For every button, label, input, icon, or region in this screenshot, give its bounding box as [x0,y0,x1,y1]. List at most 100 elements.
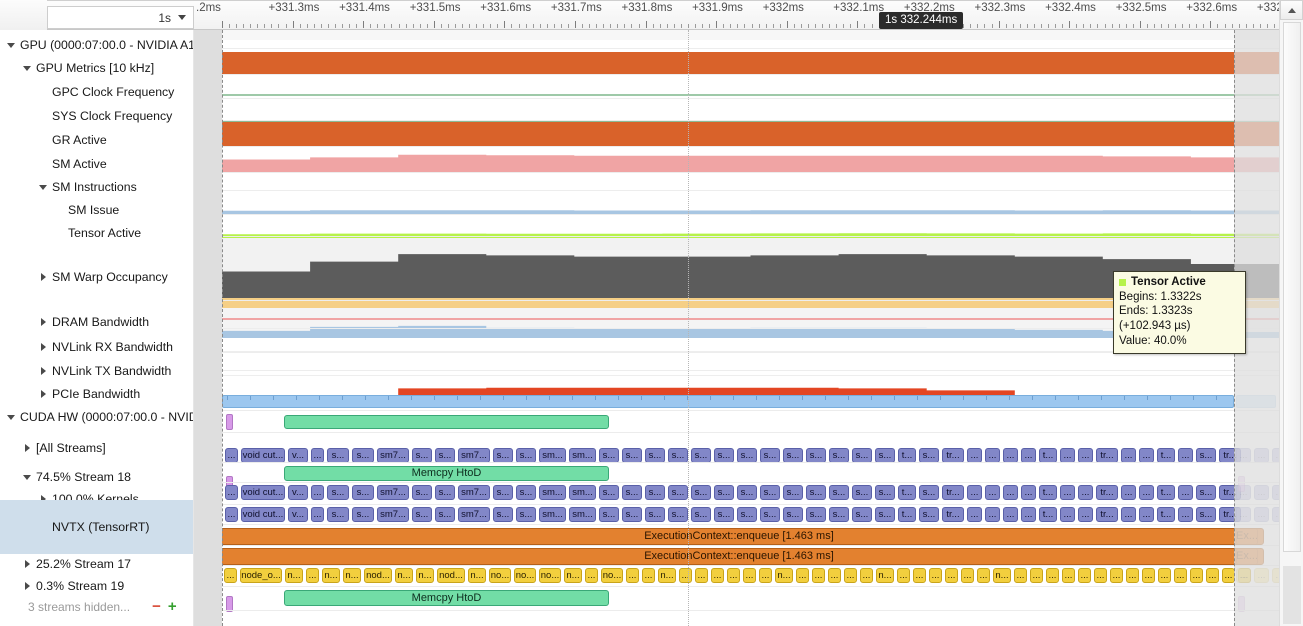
nvtx-node-block[interactable]: n... [416,568,434,583]
kernel-block[interactable]: s... [435,507,455,522]
nvtx-node-block[interactable]: n... [343,568,361,583]
nvtx-node-block[interactable]: n... [658,568,676,583]
nvtx-node-block[interactable]: n... [285,568,303,583]
tree-item-sm-issue[interactable]: SM Issue [0,201,194,218]
kernel-block[interactable]: sm... [539,448,566,463]
kernel-block[interactable]: s... [622,485,642,500]
kernel-block[interactable]: s... [1196,507,1216,522]
nvtx-node-block[interactable]: ... [1046,568,1059,583]
nvtx-node-block[interactable]: ... [897,568,910,583]
kernel-block[interactable]: ... [1003,485,1018,500]
nvtx-node-block[interactable]: n... [564,568,582,583]
kernel-block[interactable]: ... [1060,448,1075,463]
kernel-block[interactable]: s... [412,507,432,522]
nvtx-node-block[interactable]: n... [876,568,894,583]
tree-item-pcie-bandwidth[interactable]: PCIe Bandwidth [0,385,194,402]
nvtx-node-block[interactable]: ... [1030,568,1043,583]
kernel-block[interactable]: ... [985,485,1000,500]
kernel-block[interactable]: ... [1078,485,1093,500]
kernel-block[interactable]: tr... [1096,485,1118,500]
tree-toggle-right-icon[interactable] [38,388,50,400]
tree-item-nvlink-rx-bandwidth[interactable]: NVLink RX Bandwidth [0,338,194,355]
kernel-block[interactable]: ... [985,507,1000,522]
ruler-ticks[interactable]: .2ms+331.3ms+331.4ms+331.5ms+331.6ms+331… [194,0,1279,30]
memcpy-htod-bar[interactable]: Memcpy HtoD [284,466,609,481]
nvtx-node-block[interactable]: ... [679,568,692,583]
nvtx-node-block[interactable]: n... [395,568,413,583]
kernel-block[interactable]: s... [352,485,374,500]
nvtx-node-block[interactable]: ... [759,568,772,583]
kernel-block[interactable]: sm7... [458,485,490,500]
kernel-block[interactable]: ... [1139,448,1154,463]
nvtx-node-block[interactable]: ... [224,568,237,583]
kernel-block[interactable]: sm... [539,507,566,522]
nvtx-node-block[interactable]: ... [929,568,942,583]
nvtx-node-block[interactable]: nod... [364,568,392,583]
nvtx-node-block[interactable]: ... [727,568,740,583]
kernel-block[interactable]: ... [967,448,982,463]
kernel-block[interactable]: ... [311,448,324,463]
kernel-block[interactable]: t... [1157,507,1175,522]
tree-item-nvtx-tensorrt[interactable]: NVTX (TensorRT) [0,500,194,554]
kernel-block[interactable]: s... [852,507,872,522]
nvtx-node-block[interactable]: ... [1062,568,1075,583]
kernel-block[interactable]: s... [737,448,757,463]
kernel-block[interactable]: sm7... [458,507,490,522]
kernel-block[interactable]: s... [493,507,513,522]
nvtx-node-block[interactable]: ... [913,568,926,583]
tree-item-gpu-0000-07-00-0-nvidia-a10[interactable]: GPU (0000:07:00.0 - NVIDIA A10 [0,36,194,53]
nvtx-node-block[interactable]: no... [489,568,511,583]
nvtx-node-block[interactable]: ... [1014,568,1027,583]
kernel-block[interactable]: ... [1139,485,1154,500]
collapse-streams-button[interactable]: − [152,598,161,615]
nvtx-node-block[interactable]: nod... [437,568,465,583]
kernel-block[interactable]: s... [829,448,849,463]
vertical-scrollbar[interactable] [1279,0,1303,626]
kernel-block[interactable]: sm... [569,485,596,500]
kernel-block[interactable]: ... [967,507,982,522]
nvtx-node-block[interactable]: no... [601,568,623,583]
kernel-block[interactable]: s... [622,448,642,463]
memcpy-htod-bar-stream17[interactable]: Memcpy HtoD [284,590,609,606]
kernel-block[interactable]: tr... [1096,448,1118,463]
nvtx-node-block[interactable]: ... [812,568,825,583]
kernel-block[interactable]: tr... [1096,507,1118,522]
kernel-block[interactable]: tr... [942,507,964,522]
tree-item-gpu-metrics-10-khz[interactable]: GPU Metrics [10 kHz] [0,59,194,76]
tree-item-tensor-active[interactable]: Tensor Active [0,224,194,241]
nvtx-node-block[interactable]: ... [642,568,655,583]
nvtx-node-block[interactable]: n... [775,568,793,583]
kernel-block[interactable]: t... [898,507,916,522]
kernel-block[interactable]: s... [875,448,895,463]
tree-toggle-down-icon[interactable] [6,411,18,423]
chevron-down-icon[interactable] [178,15,186,20]
kernel-block[interactable]: s... [691,485,711,500]
kernel-block[interactable]: s... [435,485,455,500]
kernel-block[interactable]: t... [1039,485,1057,500]
kernel-block[interactable]: s... [327,507,349,522]
kernel-block[interactable]: s... [919,485,939,500]
kernel-block[interactable]: t... [898,448,916,463]
kernel-block[interactable]: s... [714,507,734,522]
nvtx-node-block[interactable]: ... [711,568,724,583]
kernel-block[interactable]: void cut... [241,485,285,500]
nvtx-node-block[interactable]: ... [1206,568,1219,583]
tree-item-0-3-stream-19[interactable]: 0.3% Stream 19 [0,577,194,594]
tree-item-cuda-hw-0000-07-00-0-nvidi[interactable]: CUDA HW (0000:07:00.0 - NVIDI [0,408,194,425]
kernel-block[interactable]: ... [1060,485,1075,500]
kernel-block[interactable]: s... [412,448,432,463]
kernel-block[interactable]: s... [691,507,711,522]
kernel-block[interactable]: ... [1178,507,1193,522]
kernel-block[interactable]: s... [691,448,711,463]
tree-item-74-5-stream-18[interactable]: 74.5% Stream 18 [0,468,194,485]
tree-toggle-down-icon[interactable] [22,471,34,483]
kernel-block[interactable]: s... [668,485,688,500]
nvtx-node-block[interactable]: ... [1158,568,1171,583]
nvtx-node-block[interactable]: no... [514,568,536,583]
kernel-block[interactable]: t... [1157,448,1175,463]
kernel-block[interactable]: s... [599,507,619,522]
kernel-block[interactable]: sm7... [458,448,490,463]
kernel-block[interactable]: sm7... [377,485,409,500]
kernel-block[interactable]: s... [352,507,374,522]
nvtx-node-block[interactable]: ... [1142,568,1155,583]
